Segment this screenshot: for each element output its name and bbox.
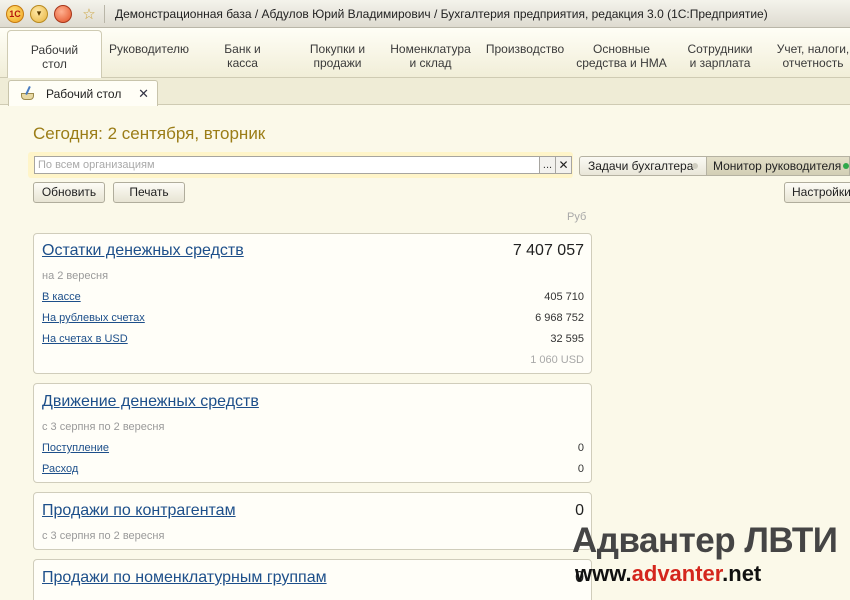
section-bank-cash[interactable]: Банк и касса (205, 42, 280, 70)
title-separator (104, 4, 105, 23)
tab-desktop[interactable]: Рабочий стол ✕ (8, 80, 158, 106)
accountant-tasks-toggle[interactable]: Задачи бухгалтера (579, 156, 707, 176)
organization-select-button[interactable]: ... (540, 156, 556, 174)
sections-panel: Рабочий стол Руководителю Банк и касса П… (0, 28, 850, 78)
sales-by-groups-title[interactable]: Продажи по номенклатурным группам (42, 569, 327, 587)
section-manager[interactable]: Руководителю (104, 42, 194, 56)
sales-by-contractors-period: с 3 серпня по 2 вересня (42, 530, 165, 542)
manager-monitor-toggle[interactable]: Монитор руководителя (707, 156, 850, 176)
settings-button[interactable]: Настройки (784, 182, 850, 203)
cash-in-register-value: 405 710 (544, 291, 584, 303)
sales-by-groups-panel: Продажи по номенклатурным группам 0 (33, 559, 592, 600)
section-fixed-assets[interactable]: Основные средства и НМА (574, 42, 669, 70)
accountant-tasks-label: Задачи бухгалтера (588, 159, 694, 173)
organization-clear-button[interactable]: ✕ (556, 156, 572, 174)
cash-usd-amount: 1 060 USD (530, 354, 584, 366)
section-accounting-taxes[interactable]: Учет, налоги, отчетность (772, 42, 850, 70)
section-desktop[interactable]: Рабочий стол (7, 30, 102, 78)
open-tabs-strip: Рабочий стол ✕ (0, 78, 850, 106)
desktop-tab-icon (18, 85, 38, 101)
cash-usd-accounts-link[interactable]: На счетах в USD (42, 333, 128, 345)
organization-filter-input[interactable] (34, 156, 540, 174)
manager-status-dot-icon (843, 163, 849, 169)
window-title: Демонстрационная база / Абдулов Юрий Вла… (115, 6, 768, 21)
section-purchases-sales[interactable]: Покупки и продажи (295, 42, 380, 70)
cash-in-register-link[interactable]: В кассе (42, 291, 81, 303)
cash-movement-panel: Движение денежных средств с 3 серпня по … (33, 383, 592, 483)
page-title: Сегодня: 2 сентября, вторник (33, 124, 266, 143)
currency-label: Руб (567, 211, 587, 223)
close-tab-icon[interactable]: ✕ (138, 86, 149, 102)
cash-balances-period: на 2 вересня (42, 270, 109, 282)
cash-balances-total: 7 407 057 (512, 242, 584, 259)
cash-expense-link[interactable]: Расход (42, 463, 78, 475)
home-icon[interactable] (54, 4, 72, 23)
cash-rub-accounts-value: 6 968 752 (535, 312, 584, 324)
sales-by-contractors-panel: Продажи по контрагентам 0 с 3 серпня по … (33, 492, 592, 550)
cash-usd-accounts-value: 32 595 (550, 333, 584, 345)
app-logo-icon[interactable]: 1С (6, 4, 24, 23)
watermark-url: www.advanter.net (575, 561, 762, 586)
accountant-status-dot-icon (692, 163, 698, 169)
refresh-button[interactable]: Обновить (33, 182, 105, 203)
cash-movement-period: с 3 серпня по 2 вересня (42, 421, 165, 433)
cash-expense-value: 0 (577, 463, 584, 475)
cash-rub-accounts-link[interactable]: На рублевых счетах (42, 312, 145, 324)
watermark-title: Адвантер ЛВТИ (572, 521, 838, 560)
section-staff-salary[interactable]: Сотрудники и зарплата (680, 42, 760, 70)
sales-by-contractors-total: 0 (575, 502, 584, 519)
cash-balances-title[interactable]: Остатки денежных средств (42, 242, 244, 260)
section-nomenclature-warehouse[interactable]: Номенклатура и склад (388, 42, 473, 70)
favorites-star-icon[interactable]: ☆ (80, 5, 98, 23)
cash-movement-title[interactable]: Движение денежных средств (42, 393, 259, 411)
cash-receipts-link[interactable]: Поступление (42, 442, 109, 454)
window-title-bar: 1С ▾ ☆ Демонстрационная база / Абдулов Ю… (0, 0, 850, 28)
cash-receipts-value: 0 (577, 442, 584, 454)
manager-monitor-label: Монитор руководителя (713, 159, 842, 173)
section-production[interactable]: Производство (481, 42, 569, 56)
tab-desktop-label: Рабочий стол (46, 86, 122, 101)
cash-balances-panel: Остатки денежных средств 7 407 057 на 2 … (33, 233, 592, 374)
sales-by-contractors-title[interactable]: Продажи по контрагентам (42, 502, 236, 520)
main-menu-icon[interactable]: ▾ (30, 4, 48, 23)
print-button[interactable]: Печать (113, 182, 185, 203)
